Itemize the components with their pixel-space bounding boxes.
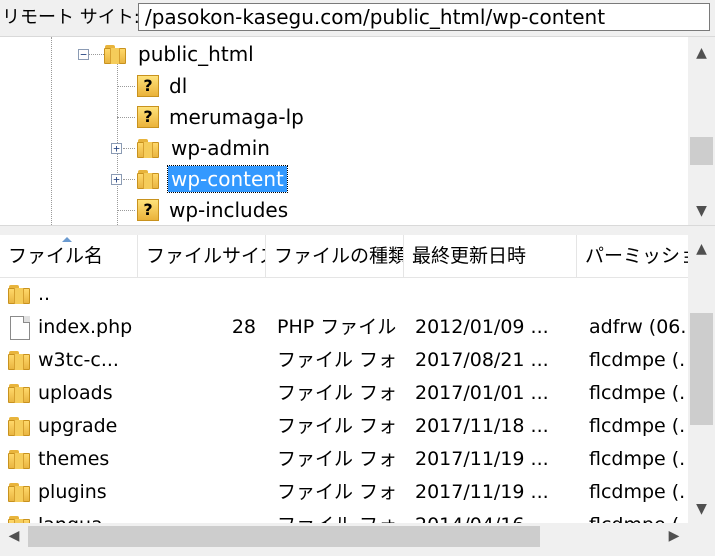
- tree-guide-line: [51, 37, 52, 225]
- file-name: langua...: [38, 509, 136, 523]
- tree-node-label-selected: wp-content: [167, 165, 288, 193]
- column-header-filename[interactable]: ファイル名: [0, 235, 138, 277]
- scroll-left-arrow-icon[interactable]: ◀: [2, 523, 26, 550]
- folder-icon: [8, 482, 32, 502]
- file-type: ファイル フォ...: [277, 349, 397, 371]
- folder-icon: [8, 449, 32, 469]
- file-list-header: ファイル名 ファイルサイズ ファイルの種類 最終更新日時 パーミッション: [0, 235, 688, 278]
- folder-icon: [104, 44, 128, 64]
- file-icon: [10, 316, 30, 340]
- column-header-filetype[interactable]: ファイルの種類: [266, 235, 404, 277]
- tree-node-wp-admin[interactable]: wp-admin: [137, 134, 270, 162]
- file-modified: 2017/01/01 ...: [415, 382, 549, 404]
- file-modified: 2012/01/09 ...: [415, 316, 549, 338]
- file-name: plugins: [38, 481, 107, 503]
- column-header-permissions[interactable]: パーミッション: [577, 235, 688, 277]
- file-name: index.php: [38, 316, 133, 338]
- tree-guide-line: [123, 148, 135, 149]
- scroll-down-arrow-icon[interactable]: ▼: [688, 497, 715, 521]
- file-type: ファイル フォ...: [277, 509, 397, 523]
- file-type: ファイル フォ...: [277, 382, 397, 404]
- file-permissions: flcdmpe (...: [589, 509, 686, 523]
- scrollbar-thumb[interactable]: [690, 313, 713, 425]
- tree-node-label: wp-admin: [171, 136, 270, 160]
- scrollbar-thumb[interactable]: [28, 526, 540, 547]
- file-permissions: flcdmpe (...: [589, 382, 686, 404]
- folder-icon: [8, 284, 32, 304]
- tree-guide-line: [117, 210, 135, 211]
- file-name: ..: [38, 283, 51, 305]
- file-permissions: flcdmpe (...: [589, 448, 686, 470]
- file-type: ファイル フォ...: [277, 481, 397, 503]
- remote-directory-tree: − public_html ? dl ? merumaga-lp + wp-ad…: [0, 37, 715, 225]
- file-type: PHP ファイル: [277, 316, 397, 338]
- file-row[interactable]: langua... ファイル フォ... 2014/04/16 ... flcd…: [0, 509, 688, 523]
- tree-node-wp-content[interactable]: wp-content: [137, 165, 288, 193]
- file-type: ファイル フォ...: [277, 415, 397, 437]
- tree-guide-line: [123, 179, 135, 180]
- scroll-right-arrow-icon[interactable]: ▶: [662, 523, 686, 550]
- tree-node-label: dl: [169, 74, 188, 98]
- file-permissions: adfrw (06...: [589, 316, 686, 338]
- tree-node-label: wp-includes: [169, 198, 289, 222]
- column-header-modified[interactable]: 最終更新日時: [404, 235, 577, 277]
- file-permissions: flcdmpe (...: [589, 349, 686, 371]
- file-permissions: flcdmpe (...: [589, 415, 686, 437]
- file-name: uploads: [38, 382, 113, 404]
- tree-node-label: public_html: [138, 42, 254, 66]
- scrollbar-thumb[interactable]: [690, 137, 713, 165]
- file-list-horizontal-scrollbar[interactable]: ◀ ▶: [0, 523, 688, 550]
- expand-toggle-icon[interactable]: +: [111, 174, 122, 185]
- scroll-up-arrow-icon[interactable]: ▲: [688, 41, 715, 65]
- remote-path-input[interactable]: /pasokon-kasegu.com/public_html/wp-conte…: [138, 3, 710, 31]
- file-modified: 2017/11/19 ...: [415, 448, 549, 470]
- scroll-up-arrow-icon[interactable]: ▲: [688, 237, 715, 261]
- tree-node-label: merumaga-lp: [169, 105, 304, 129]
- file-size: 28: [231, 316, 256, 338]
- folder-icon: [137, 169, 161, 189]
- folder-icon: [8, 383, 32, 403]
- tree-vertical-scrollbar[interactable]: ▲ ▼: [688, 37, 715, 225]
- file-row[interactable]: themes ファイル フォ... 2017/11/19 ... flcdmpe…: [0, 443, 688, 476]
- folder-icon: [137, 138, 161, 158]
- tree-node-dl[interactable]: ? dl: [137, 72, 187, 100]
- scroll-down-arrow-icon[interactable]: ▼: [688, 199, 715, 223]
- file-type: ファイル フォ...: [277, 448, 397, 470]
- file-list-vertical-scrollbar[interactable]: ▲ ▼: [688, 235, 715, 523]
- expand-toggle-icon[interactable]: +: [111, 143, 122, 154]
- remote-site-bar: リモート サイト: /pasokon-kasegu.com/public_htm…: [0, 0, 715, 37]
- file-row-parent[interactable]: ..: [0, 278, 688, 311]
- file-name: w3tc-c...: [38, 349, 119, 371]
- unknown-folder-icon: ?: [137, 106, 159, 128]
- file-modified: 2017/08/21 ...: [415, 349, 549, 371]
- unknown-folder-icon: ?: [137, 75, 159, 97]
- remote-site-label: リモート サイト:: [2, 7, 140, 28]
- file-modified: 2017/11/19 ...: [415, 481, 549, 503]
- folder-icon: [8, 350, 32, 370]
- file-name: upgrade: [38, 415, 118, 437]
- file-row[interactable]: upgrade ファイル フォ... 2017/11/18 ... flcdmp…: [0, 410, 688, 443]
- file-modified: 2014/04/16 ...: [415, 509, 575, 523]
- file-row[interactable]: plugins ファイル フォ... 2017/11/19 ... flcdmp…: [0, 476, 688, 509]
- tree-node-public-html[interactable]: public_html: [104, 40, 254, 68]
- file-modified: 2017/11/18 ...: [415, 415, 549, 437]
- scrollbar-corner: [688, 523, 715, 550]
- column-header-filesize[interactable]: ファイルサイズ: [138, 235, 266, 277]
- tree-guide-line: [117, 86, 135, 87]
- unknown-folder-icon: ?: [137, 199, 159, 221]
- folder-icon: [8, 416, 32, 436]
- collapse-toggle-icon[interactable]: −: [78, 49, 89, 60]
- bottom-edge: [0, 550, 715, 556]
- file-permissions: flcdmpe (...: [589, 481, 686, 503]
- tree-node-merumaga-lp[interactable]: ? merumaga-lp: [137, 103, 304, 131]
- tree-guide-line: [117, 117, 135, 118]
- file-row[interactable]: uploads ファイル フォ... 2017/01/01 ... flcdmp…: [0, 377, 688, 410]
- file-row[interactable]: w3tc-c... ファイル フォ... 2017/08/21 ... flcd…: [0, 344, 688, 377]
- folder-icon: [8, 515, 32, 523]
- file-list: .. index.php 28 PHP ファイル 2012/01/09 ... …: [0, 278, 688, 523]
- file-row[interactable]: index.php 28 PHP ファイル 2012/01/09 ... adf…: [0, 311, 688, 344]
- tree-node-wp-includes[interactable]: ? wp-includes: [137, 196, 288, 224]
- file-name: themes: [38, 448, 110, 470]
